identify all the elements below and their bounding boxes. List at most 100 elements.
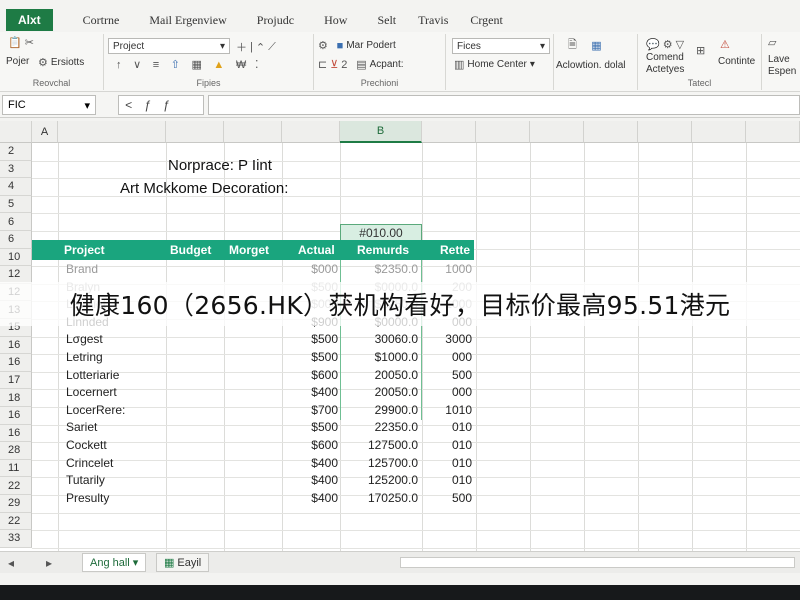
cell-actual[interactable]: $400 [311, 473, 338, 487]
worksheet-grid[interactable]: A B 234566101212131516161718161628112229… [0, 121, 800, 551]
row-header[interactable]: 16 [0, 424, 32, 443]
cell-project[interactable]: Lσgest [66, 332, 103, 346]
cells-icons[interactable]: ⊞ [696, 44, 705, 57]
cell-actual[interactable]: $500 [311, 332, 338, 346]
row-header[interactable]: 28 [0, 442, 32, 460]
editing-icon[interactable]: ▱ [768, 36, 776, 49]
continue-label-button[interactable]: Continte [718, 56, 755, 67]
activity-button[interactable]: Actetyes [646, 64, 684, 75]
header-budget[interactable]: Budget [170, 243, 211, 257]
cell-actual[interactable]: $600 [311, 368, 338, 382]
editing-label-1[interactable]: Lave [768, 54, 790, 65]
row-header[interactable]: 33 [0, 530, 32, 548]
column-header-a[interactable]: A [32, 121, 58, 143]
commend-button[interactable]: Comend [646, 52, 684, 63]
cell-rette[interactable]: 500 [452, 368, 472, 382]
header-morget[interactable]: Morget [229, 243, 269, 257]
column-header-blank-9[interactable] [638, 121, 692, 143]
header-actual[interactable]: Actual [298, 243, 335, 257]
insert-function-icon[interactable]: ƒ [163, 98, 170, 112]
cell-rette[interactable]: 000 [452, 350, 472, 364]
row-header[interactable]: 2 [0, 143, 32, 161]
tab-3[interactable]: Projudc [257, 13, 294, 28]
cell-rette[interactable]: 010 [452, 438, 472, 452]
tab-7[interactable]: Crgent [470, 13, 502, 28]
cell-actual[interactable]: $000 [311, 262, 338, 276]
column-header-blank-8[interactable] [584, 121, 638, 143]
cell-remurds[interactable]: 125200.0 [368, 473, 418, 487]
row-header[interactable]: 11 [0, 459, 32, 478]
continue-button[interactable]: ⚠ [720, 38, 730, 51]
column-header-blank-7[interactable] [530, 121, 584, 143]
cell-project[interactable]: Locernert [66, 385, 117, 399]
tab-5[interactable]: Selt [377, 13, 396, 28]
row-header[interactable]: 6 [0, 213, 32, 231]
paste-button[interactable]: 📋 ✂ [8, 36, 34, 49]
cell-project[interactable]: Cockett [66, 438, 107, 452]
cell-rette[interactable]: 000 [452, 385, 472, 399]
row-header[interactable]: 22 [0, 477, 32, 495]
column-header-blank-10[interactable] [692, 121, 746, 143]
tab-4[interactable]: How [324, 13, 347, 28]
cell-rette[interactable]: 010 [452, 473, 472, 487]
cell-remurds[interactable]: $1000.0 [375, 350, 418, 364]
cell-project[interactable]: Presulty [66, 491, 109, 505]
cell-remurds[interactable]: 29900.0 [375, 403, 418, 417]
sheet-tab-1[interactable]: Ang hall ▾ [82, 553, 147, 572]
cell-actual[interactable]: $400 [311, 456, 338, 470]
cell-remurds[interactable]: 125700.0 [368, 456, 418, 470]
cell-rette[interactable]: 1000 [445, 262, 472, 276]
comment-icons[interactable]: 💬 ⚙ ▽ [646, 38, 684, 51]
clipboard-paste-label-button[interactable]: Pojer [6, 56, 29, 67]
column-header-blank-1[interactable] [58, 121, 166, 143]
column-header-blank-2[interactable] [166, 121, 224, 143]
header-remurds[interactable]: Remurds [357, 243, 409, 257]
sheet-title-line1[interactable]: Norprace: P Iint [168, 157, 272, 174]
horizontal-scrollbar[interactable] [400, 557, 795, 568]
cell-rette[interactable]: 3000 [445, 332, 472, 346]
row-header[interactable]: 16 [0, 336, 32, 355]
sheet-title-line2[interactable]: Art Mckkome Decoration: [120, 180, 288, 197]
column-header-blank-3[interactable] [224, 121, 282, 143]
row-header[interactable]: 3 [0, 160, 32, 179]
cell-project[interactable]: Sariet [66, 420, 97, 434]
cell-actual[interactable]: $700 [311, 403, 338, 417]
select-all-corner[interactable] [0, 121, 32, 143]
merge-button[interactable]: ⚙ ■ Mar Podert [318, 39, 396, 53]
column-header-blank-4[interactable] [282, 121, 340, 143]
tab-file[interactable]: Alxt [6, 9, 53, 31]
scripts-button[interactable]: ⚙ Ersiotts [38, 56, 84, 69]
column-header-b[interactable]: B [340, 121, 422, 143]
number-format-select[interactable]: Fices ▾ [452, 38, 550, 54]
column-header-blank-11[interactable] [746, 121, 800, 143]
column-header-blank-5[interactable] [422, 121, 476, 143]
font-style-row[interactable]: ↑ ∨ ≡ ⇧ ▦ ▲ ₩ ⁚ [116, 58, 259, 72]
row-header[interactable]: 18 [0, 389, 32, 407]
row-header[interactable]: 5 [0, 195, 32, 214]
column-header-blank-6[interactable] [476, 121, 530, 143]
cell-remurds[interactable]: $2350.0 [375, 262, 418, 276]
editing-label-2[interactable]: Espen [768, 66, 796, 77]
tab-6[interactable]: Travis [418, 13, 448, 28]
row-header[interactable]: 16 [0, 407, 32, 425]
font-name-select[interactable]: Project ▾ [108, 38, 230, 54]
cell-actual[interactable]: $400 [311, 385, 338, 399]
home-center-button[interactable]: ▥ Home Center ▾ [454, 58, 535, 71]
row-header[interactable]: 4 [0, 178, 32, 196]
cell-remurds[interactable]: 127500.0 [368, 438, 418, 452]
scroll-right-icon[interactable]: ▸ [46, 556, 52, 570]
cell-project[interactable]: Crincelet [66, 456, 113, 470]
cell-actual[interactable]: $500 [311, 350, 338, 364]
action-button[interactable]: Aclowtion. dolal [556, 60, 625, 71]
formula-input[interactable] [208, 95, 800, 115]
cell-project[interactable]: Tutarily [66, 473, 105, 487]
cell-actual[interactable]: $500 [311, 420, 338, 434]
cell-actual[interactable]: $600 [311, 438, 338, 452]
cell-rette[interactable]: 010 [452, 420, 472, 434]
cell-rette[interactable]: 010 [452, 456, 472, 470]
row-header[interactable]: 6 [0, 231, 32, 249]
font-size-button[interactable]: ＋ | ⌃ ⟋ [236, 39, 276, 55]
header-rette[interactable]: Rette [440, 243, 470, 257]
cell-remurds[interactable]: 170250.0 [368, 491, 418, 505]
row-header[interactable]: 16 [0, 354, 32, 372]
